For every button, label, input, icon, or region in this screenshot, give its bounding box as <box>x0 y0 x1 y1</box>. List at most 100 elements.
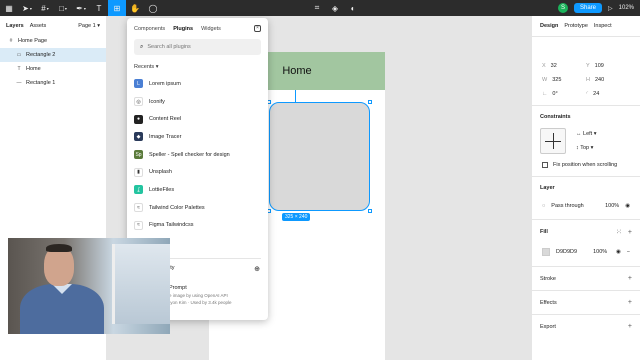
plugin-item[interactable]: ▮ Unsplash <box>127 163 268 181</box>
layer-item[interactable]: # Home Page <box>0 34 106 48</box>
pen-tool-icon[interactable]: ✒ ▾ <box>72 0 90 16</box>
tab-assets[interactable]: Assets <box>30 23 47 29</box>
field-value: 32 <box>550 63 557 69</box>
text-icon: T <box>17 66 21 72</box>
comment-tool-icon[interactable]: ◯ <box>144 0 162 16</box>
user-avatar[interactable]: S <box>558 3 568 13</box>
y-field[interactable]: Y 109 <box>586 63 630 69</box>
zoom-level[interactable]: 102% <box>619 5 634 11</box>
plugin-label: Figma Tailwindcss <box>149 222 194 229</box>
tab-plugins[interactable]: Plugins <box>173 26 193 32</box>
line-icon: — <box>16 80 22 86</box>
x-field[interactable]: X 32 <box>542 63 586 69</box>
tab-design[interactable]: Design <box>540 23 558 29</box>
search-input[interactable] <box>147 44 248 50</box>
plugin-label: Content Reel <box>149 116 182 123</box>
h-field[interactable]: H 240 <box>586 77 630 83</box>
webcam-person-head <box>44 246 74 286</box>
selected-rectangle[interactable] <box>267 100 372 213</box>
checkbox-icon <box>542 162 548 168</box>
plugin-label: Image Tracer <box>149 133 182 140</box>
rotation-field[interactable]: ∟ 0° <box>542 91 586 97</box>
share-button[interactable]: Share <box>574 3 603 13</box>
text-tool-icon[interactable]: T <box>90 0 108 16</box>
fill-styles-icon[interactable]: ⁙ <box>616 228 622 236</box>
measure-guide <box>295 90 296 102</box>
plugin-item[interactable]: Sp Speller - Spell checker for design <box>127 146 268 164</box>
add-effect-icon[interactable]: + <box>628 299 632 306</box>
plugin-icon: Sp <box>134 150 143 160</box>
fill-swatch[interactable] <box>542 248 550 256</box>
plugin-item[interactable]: ◆ Image Tracer <box>127 128 268 146</box>
layer-item[interactable]: T Home <box>0 62 106 76</box>
plugin-item[interactable]: ʆ LottieFiles <box>127 181 268 199</box>
tab-prototype[interactable]: Prototype <box>564 23 588 29</box>
plugin-icon: ◆ <box>134 132 143 142</box>
plugin-icon: ≈ <box>134 220 143 230</box>
webcam-window-bg <box>112 244 170 324</box>
remove-fill-icon[interactable]: − <box>627 249 630 255</box>
layer-label: Rectangle 1 <box>26 80 56 86</box>
blend-mode-select[interactable]: Pass through <box>551 203 583 209</box>
constraint-v-value: Top <box>580 145 590 151</box>
tab-widgets[interactable]: Widgets <box>201 26 221 32</box>
shape-tool-icon[interactable]: □ ▾ <box>54 0 72 16</box>
frame-title: Home <box>282 65 312 77</box>
field-label: X <box>542 63 546 69</box>
layer-label: Rectangle 2 <box>26 52 56 58</box>
constraint-widget[interactable] <box>540 128 566 154</box>
plugin-search[interactable]: ⌕ <box>134 39 261 55</box>
plugin-item[interactable]: ≈ Figma Tailwindcss <box>127 217 268 235</box>
component-icon[interactable]: ⌗ <box>308 0 326 16</box>
hand-tool-icon[interactable]: ✋ <box>126 0 144 16</box>
figma-menu-icon[interactable]: ▦ <box>0 0 18 16</box>
resize-handle[interactable] <box>368 100 372 104</box>
page-selector[interactable]: Page 1 ▾ <box>78 23 100 29</box>
plugin-icon: L <box>134 79 143 89</box>
add-fill-icon[interactable]: + <box>628 229 632 236</box>
resize-handle[interactable] <box>368 209 372 213</box>
constraint-horizontal-select[interactable]: ↔ Left ▾ <box>576 131 597 137</box>
tab-components[interactable]: Components <box>134 26 165 32</box>
webcam-person-hair <box>46 244 72 252</box>
tab-layers[interactable]: Layers <box>6 23 24 29</box>
close-icon[interactable]: × <box>254 25 261 32</box>
frame-tool-icon[interactable]: # ▾ <box>36 0 54 16</box>
plugin-icon: ◎ <box>134 97 143 107</box>
stroke-heading: Stroke <box>540 275 556 282</box>
fill-heading: Fill <box>540 229 548 235</box>
fill-hex[interactable]: D9D9D9 <box>556 249 577 255</box>
present-icon[interactable]: ▷ <box>608 5 613 12</box>
layer-opacity[interactable]: 100% <box>605 203 619 209</box>
layer-item[interactable]: ▭ Rectangle 2 <box>0 48 106 62</box>
field-label: ◜ <box>586 91 589 97</box>
plugin-label: Speller - Spell checker for design <box>149 151 230 158</box>
globe-icon[interactable]: ⊕ <box>254 265 260 273</box>
add-export-icon[interactable]: + <box>628 323 632 330</box>
search-icon: ⌕ <box>140 43 144 50</box>
plugin-list: L Lorem ipsum ◎ Iconify ● Content Reel ◆ Image … <box>127 75 268 252</box>
plugin-item[interactable]: L Lorem ipsum <box>127 75 268 93</box>
mask-icon[interactable]: ◈ <box>326 0 344 16</box>
visibility-icon[interactable]: ◉ <box>625 203 630 209</box>
w-field[interactable]: W 325 <box>542 77 586 83</box>
plugin-item[interactable]: ● Content Reel <box>127 110 268 128</box>
radius-field[interactable]: ◜ 24 <box>586 91 630 97</box>
move-tool-icon[interactable]: ➤ ▾ <box>18 0 36 16</box>
plugin-item[interactable]: ◎ Iconify <box>127 93 268 111</box>
contrast-icon[interactable]: ◐ <box>344 0 362 16</box>
recents-dropdown[interactable]: Recents ▾ <box>127 55 268 75</box>
frame-icon: # <box>9 38 13 44</box>
field-value: 240 <box>594 77 605 83</box>
constraint-h-value: Left <box>583 131 593 137</box>
tab-inspect[interactable]: Inspect <box>594 23 612 29</box>
visibility-icon[interactable]: ◉ <box>616 249 621 255</box>
fill-opacity[interactable]: 100% <box>593 249 607 255</box>
plugin-icon: ʆ <box>134 185 143 195</box>
plugin-item[interactable]: ≈ Tailwind Color Palettes <box>127 199 268 217</box>
constraint-vertical-select[interactable]: ↕ Top ▾ <box>576 145 597 151</box>
fix-position-checkbox[interactable]: Fix position when scrolling <box>532 154 640 176</box>
add-stroke-icon[interactable]: + <box>628 275 632 282</box>
layer-item[interactable]: — Rectangle 1 <box>0 76 106 90</box>
resources-tool-icon[interactable]: ⊞ <box>108 0 126 16</box>
